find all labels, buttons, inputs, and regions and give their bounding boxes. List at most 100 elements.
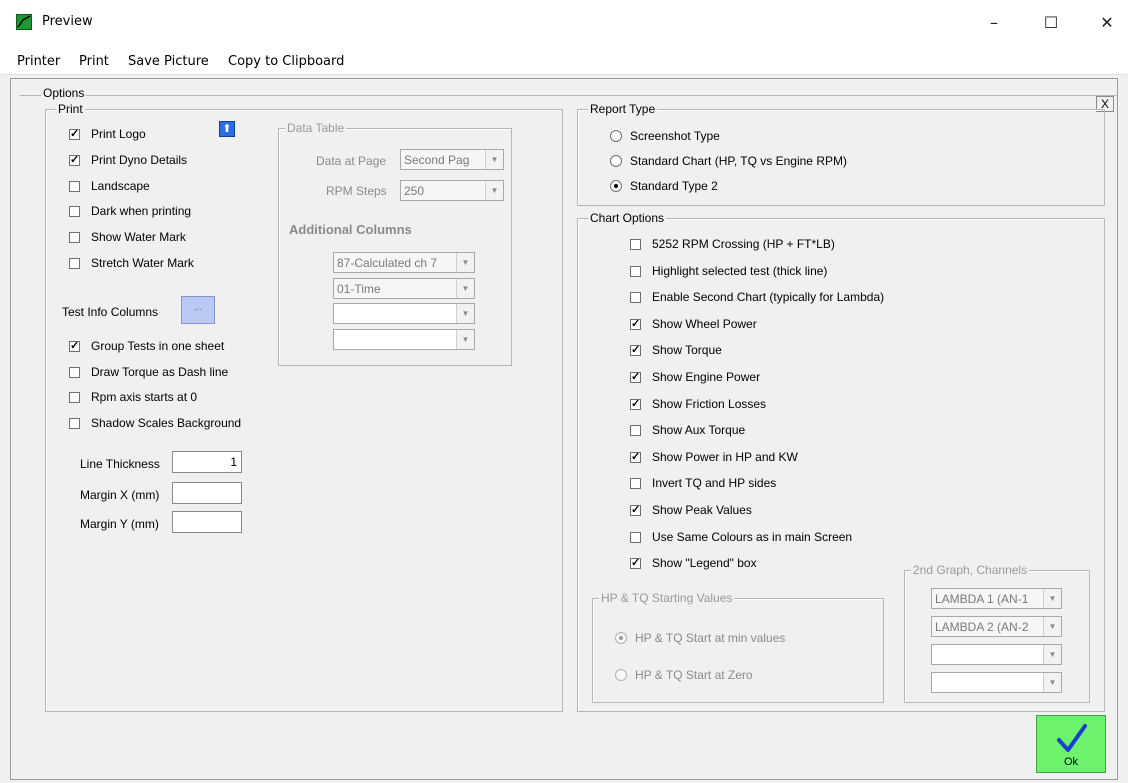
print-option-0-checkbox[interactable]: ✓: [69, 129, 80, 140]
print-option-3-checkbox[interactable]: [69, 206, 80, 218]
chart-option-10-checkbox[interactable]: ✓: [630, 505, 641, 516]
minimize-icon[interactable]: –: [974, 10, 1014, 36]
chart-option-4-checkbox[interactable]: ✓: [630, 345, 641, 357]
print-option2-1-checkbox[interactable]: [69, 366, 80, 378]
chart-option-8-checkbox[interactable]: ✓: [630, 451, 641, 463]
print-option2-2-checkbox[interactable]: [69, 392, 80, 403]
chart-option-3-label: Show Wheel Power: [652, 316, 757, 331]
menu-copy-to-clipboard[interactable]: Copy to Clipboard: [228, 54, 344, 69]
second-graph-channel-0-value: LAMBDA 1 (AN-1: [935, 592, 1029, 606]
additional-column-2-select[interactable]: ▼: [333, 303, 475, 324]
additional-column-0-value: 87-Calculated ch 7: [337, 256, 438, 270]
title-bar: [0, 0, 1128, 46]
print-option2-3-checkbox[interactable]: [69, 417, 80, 429]
margin-y-input[interactable]: [172, 511, 242, 533]
second-graph-channel-0-select[interactable]: LAMBDA 1 (AN-1 ▼: [931, 588, 1062, 609]
chevron-down-icon: ▼: [485, 181, 503, 200]
print-option-3-label: Dark when printing: [91, 204, 192, 219]
additional-column-0-select[interactable]: 87-Calculated ch 7 ▼: [333, 252, 475, 273]
maximize-icon[interactable]: ☐: [1031, 10, 1071, 36]
chart-option-3-checkbox[interactable]: ✓: [630, 318, 641, 330]
print-option-2-checkbox[interactable]: [69, 180, 80, 192]
second-graph-channel-1-value: LAMBDA 2 (AN-2: [935, 620, 1029, 634]
report-type-0-radio[interactable]: [610, 130, 622, 142]
print-option-1-checkbox[interactable]: ✓: [69, 154, 80, 166]
print-option-1-label: Print Dyno Details: [91, 152, 188, 167]
chart-option-9-label: Invert TQ and HP sides: [652, 476, 777, 491]
chart-option-12-checkbox[interactable]: ✓: [630, 558, 641, 570]
second-graph-channel-1-select[interactable]: LAMBDA 2 (AN-2 ▼: [931, 616, 1062, 637]
second-graph-channel-3-select[interactable]: ▼: [931, 672, 1062, 693]
chart-option-7-checkbox[interactable]: [630, 425, 641, 437]
chevron-down-icon: ▼: [456, 304, 474, 323]
chart-options-legend: Chart Options: [588, 211, 667, 225]
print-option2-0-label: Group Tests in one sheet: [91, 339, 225, 353]
chart-option-9-checkbox[interactable]: [630, 478, 641, 490]
start-value-1-radio[interactable]: [615, 669, 627, 681]
margin-y-label: Margin Y (mm): [80, 517, 159, 531]
print-legend: Print: [56, 102, 85, 116]
print-option2-0-checkbox[interactable]: ✓: [69, 341, 80, 352]
data-table-legend: Data Table: [285, 121, 347, 135]
report-type-1-radio[interactable]: [610, 155, 622, 167]
print-option-5-label: Stretch Water Mark: [91, 256, 194, 270]
ok-button[interactable]: Ok: [1036, 715, 1106, 773]
upload-logo-icon[interactable]: ⬆: [219, 121, 235, 137]
chart-option-6-label: Show Friction Losses: [652, 396, 767, 411]
report-type-0-label: Screenshot Type: [630, 129, 720, 143]
report-type-1-label: Standard Chart (HP, TQ vs Engine RPM): [630, 154, 847, 168]
chevron-down-icon: ▼: [1043, 589, 1061, 608]
second-graph-channel-2-select[interactable]: ▼: [931, 644, 1062, 665]
chart-option-11-checkbox[interactable]: [630, 531, 641, 543]
menu-printer[interactable]: Printer: [17, 54, 60, 69]
chart-option-2-checkbox[interactable]: [630, 292, 641, 304]
line-thickness-input[interactable]: 1: [172, 451, 242, 473]
checkmark-icon: [1057, 724, 1087, 752]
chevron-down-icon: ▼: [456, 278, 474, 298]
chart-option-0-label: 5252 RPM Crossing (HP + FT*LB): [652, 237, 835, 251]
chart-option-8-label: Show Power in HP and KW: [652, 449, 798, 464]
chart-option-0-checkbox[interactable]: [630, 239, 641, 250]
print-option-5-checkbox[interactable]: [69, 258, 80, 269]
chart-option-2-label: Enable Second Chart (typically for Lambd…: [652, 290, 885, 305]
data-at-page-select[interactable]: Second Pag ▼: [400, 149, 504, 170]
chart-option-5-checkbox[interactable]: ✓: [630, 372, 641, 383]
data-at-page-label: Data at Page: [316, 154, 387, 168]
options-legend: Options: [41, 86, 87, 100]
test-info-columns-button[interactable]: ...: [181, 296, 215, 324]
additional-column-3-select[interactable]: ▼: [333, 328, 475, 350]
chart-option-5-label: Show Engine Power: [652, 370, 761, 384]
chevron-down-icon: ▼: [1043, 645, 1061, 664]
start-value-0-radio[interactable]: [615, 632, 627, 644]
print-option2-2-label: Rpm axis starts at 0: [91, 390, 198, 404]
print-option-4-checkbox[interactable]: [69, 232, 80, 244]
rpm-steps-select[interactable]: 250 ▼: [400, 180, 504, 201]
additional-column-1-value: 01-Time: [337, 281, 381, 296]
print-option-2-label: Landscape: [91, 178, 150, 193]
additional-column-1-select[interactable]: 01-Time ▼: [333, 277, 475, 299]
chart-option-11-label: Use Same Colours as in main Screen: [652, 529, 853, 544]
close-window-icon[interactable]: ✕: [1087, 10, 1127, 36]
chart-option-6-checkbox[interactable]: ✓: [630, 398, 641, 410]
report-type-legend: Report Type: [588, 102, 658, 116]
report-type-2-radio[interactable]: [610, 180, 622, 192]
chart-option-10-label: Show Peak Values: [652, 503, 752, 517]
second-graph-legend: 2nd Graph, Channels: [911, 563, 1030, 577]
ok-label: Ok: [1063, 756, 1079, 768]
print-option2-3-label: Shadow Scales Background: [91, 415, 242, 430]
menu-save-picture[interactable]: Save Picture: [128, 54, 209, 69]
print-option2-1-label: Draw Torque as Dash line: [91, 364, 229, 379]
chart-option-4-label: Show Torque: [652, 343, 722, 358]
margin-x-input[interactable]: [172, 482, 242, 504]
app-logo-icon: [16, 14, 32, 30]
start-value-1-label: HP & TQ Start at Zero: [635, 668, 753, 682]
rpm-steps-value: 250: [404, 184, 425, 198]
starting-values-group: HP & TQ Starting Values: [592, 591, 884, 703]
line-thickness-label: Line Thickness: [80, 457, 160, 471]
chart-option-1-label: Highlight selected test (thick line): [652, 263, 828, 278]
chevron-down-icon: ▼: [485, 150, 503, 169]
window-title: Preview: [42, 14, 93, 29]
chart-option-1-checkbox[interactable]: [630, 265, 641, 277]
menu-print[interactable]: Print: [79, 54, 109, 69]
test-info-columns-label: Test Info Columns: [62, 305, 159, 319]
